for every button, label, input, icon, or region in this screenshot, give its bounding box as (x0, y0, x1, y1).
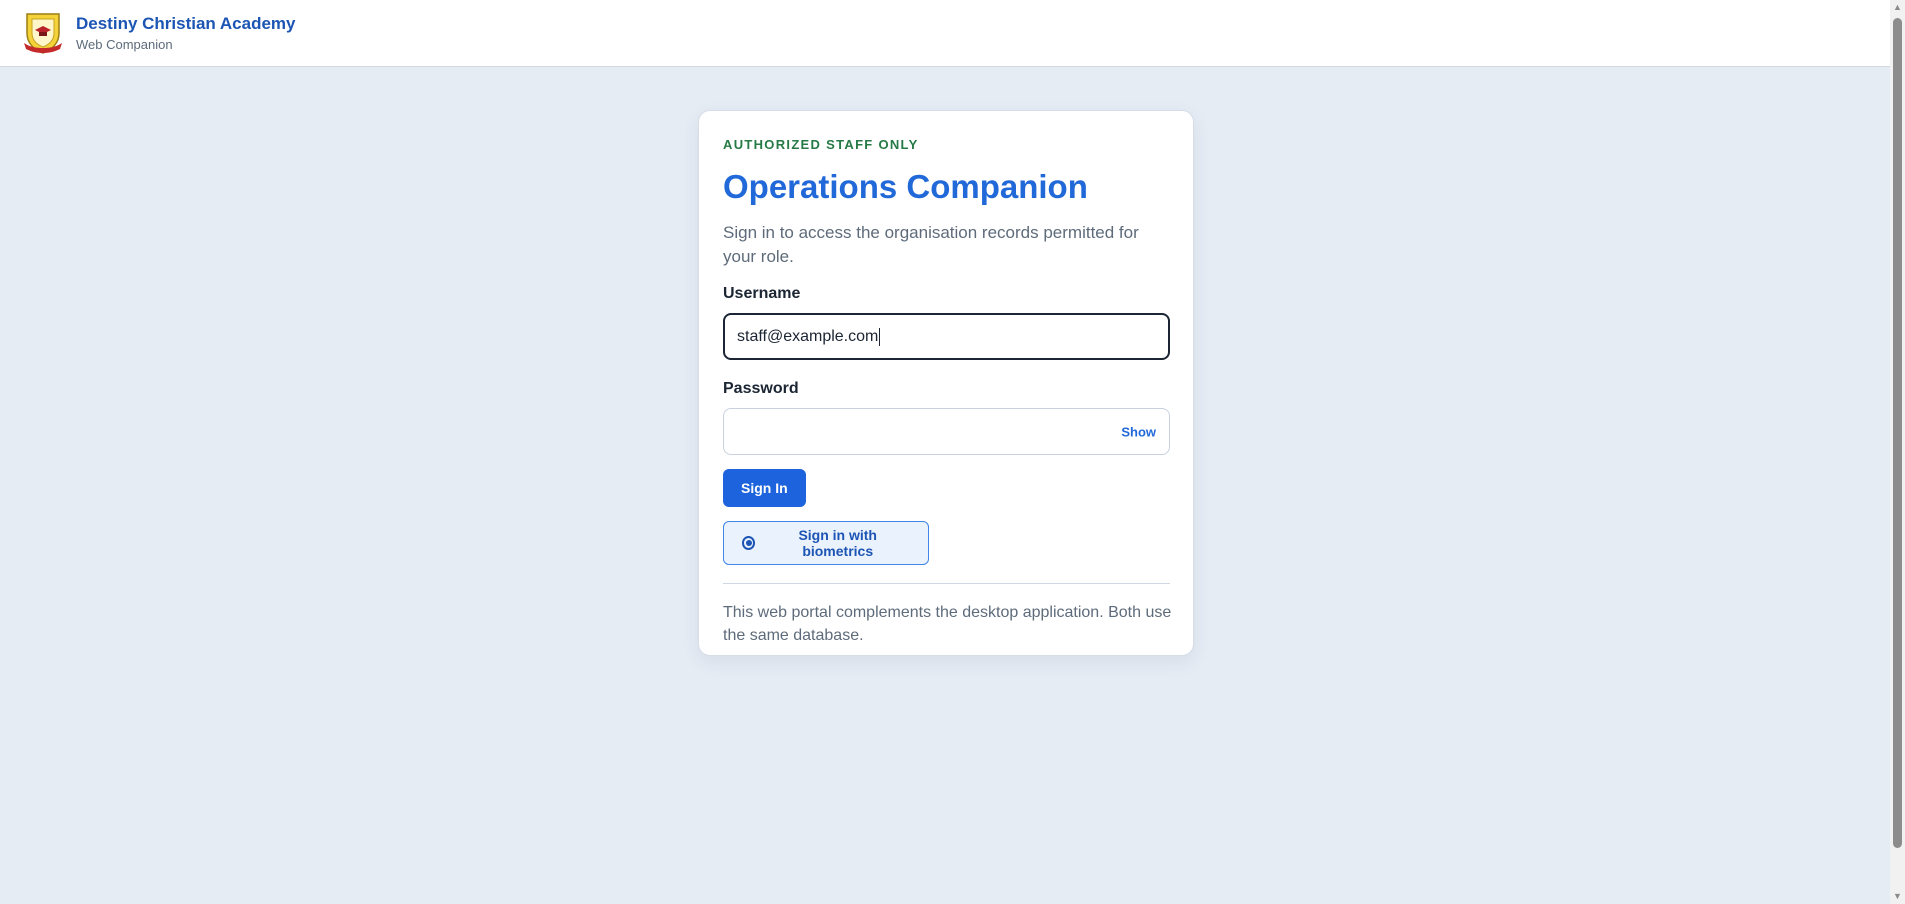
username-value: staff@example.com (737, 327, 879, 345)
footnote: This web portal complements the desktop … (723, 604, 1172, 644)
top-bar: Destiny Christian Academy Web Companion (0, 0, 1890, 67)
page-scrollbar[interactable]: ▲ ▼ (1890, 0, 1905, 904)
sign-in-button[interactable]: Sign In (723, 469, 806, 507)
fingerprint-icon (742, 536, 756, 550)
page-title: Operations Companion (723, 168, 1088, 205)
text-caret (879, 327, 881, 346)
password-input[interactable]: Show (723, 408, 1170, 455)
show-password-toggle[interactable]: Show (1121, 424, 1156, 439)
username-label: Username (723, 285, 801, 302)
biometric-sign-in-button[interactable]: Sign in with biometrics (723, 521, 929, 565)
brand-subtitle: Web Companion (76, 36, 173, 52)
eyebrow-label: AUTHORIZED STAFF ONLY (723, 137, 919, 152)
login-description: Sign in to access the organisation recor… (723, 223, 1139, 266)
brand-title[interactable]: Destiny Christian Academy (76, 13, 296, 34)
scroll-thumb[interactable] (1893, 18, 1902, 848)
scroll-up-arrow-icon[interactable]: ▲ (1890, 0, 1905, 15)
school-crest-icon (24, 13, 62, 54)
divider (723, 583, 1170, 584)
password-label: Password (723, 380, 799, 397)
login-card: AUTHORIZED STAFF ONLY Operations Compani… (698, 110, 1194, 656)
username-input[interactable]: staff@example.com (723, 313, 1170, 360)
scroll-down-arrow-icon[interactable]: ▼ (1890, 889, 1905, 904)
biometric-label: Sign in with biometrics (798, 527, 877, 559)
brand-block: Destiny Christian Academy Web Companion (76, 13, 296, 54)
